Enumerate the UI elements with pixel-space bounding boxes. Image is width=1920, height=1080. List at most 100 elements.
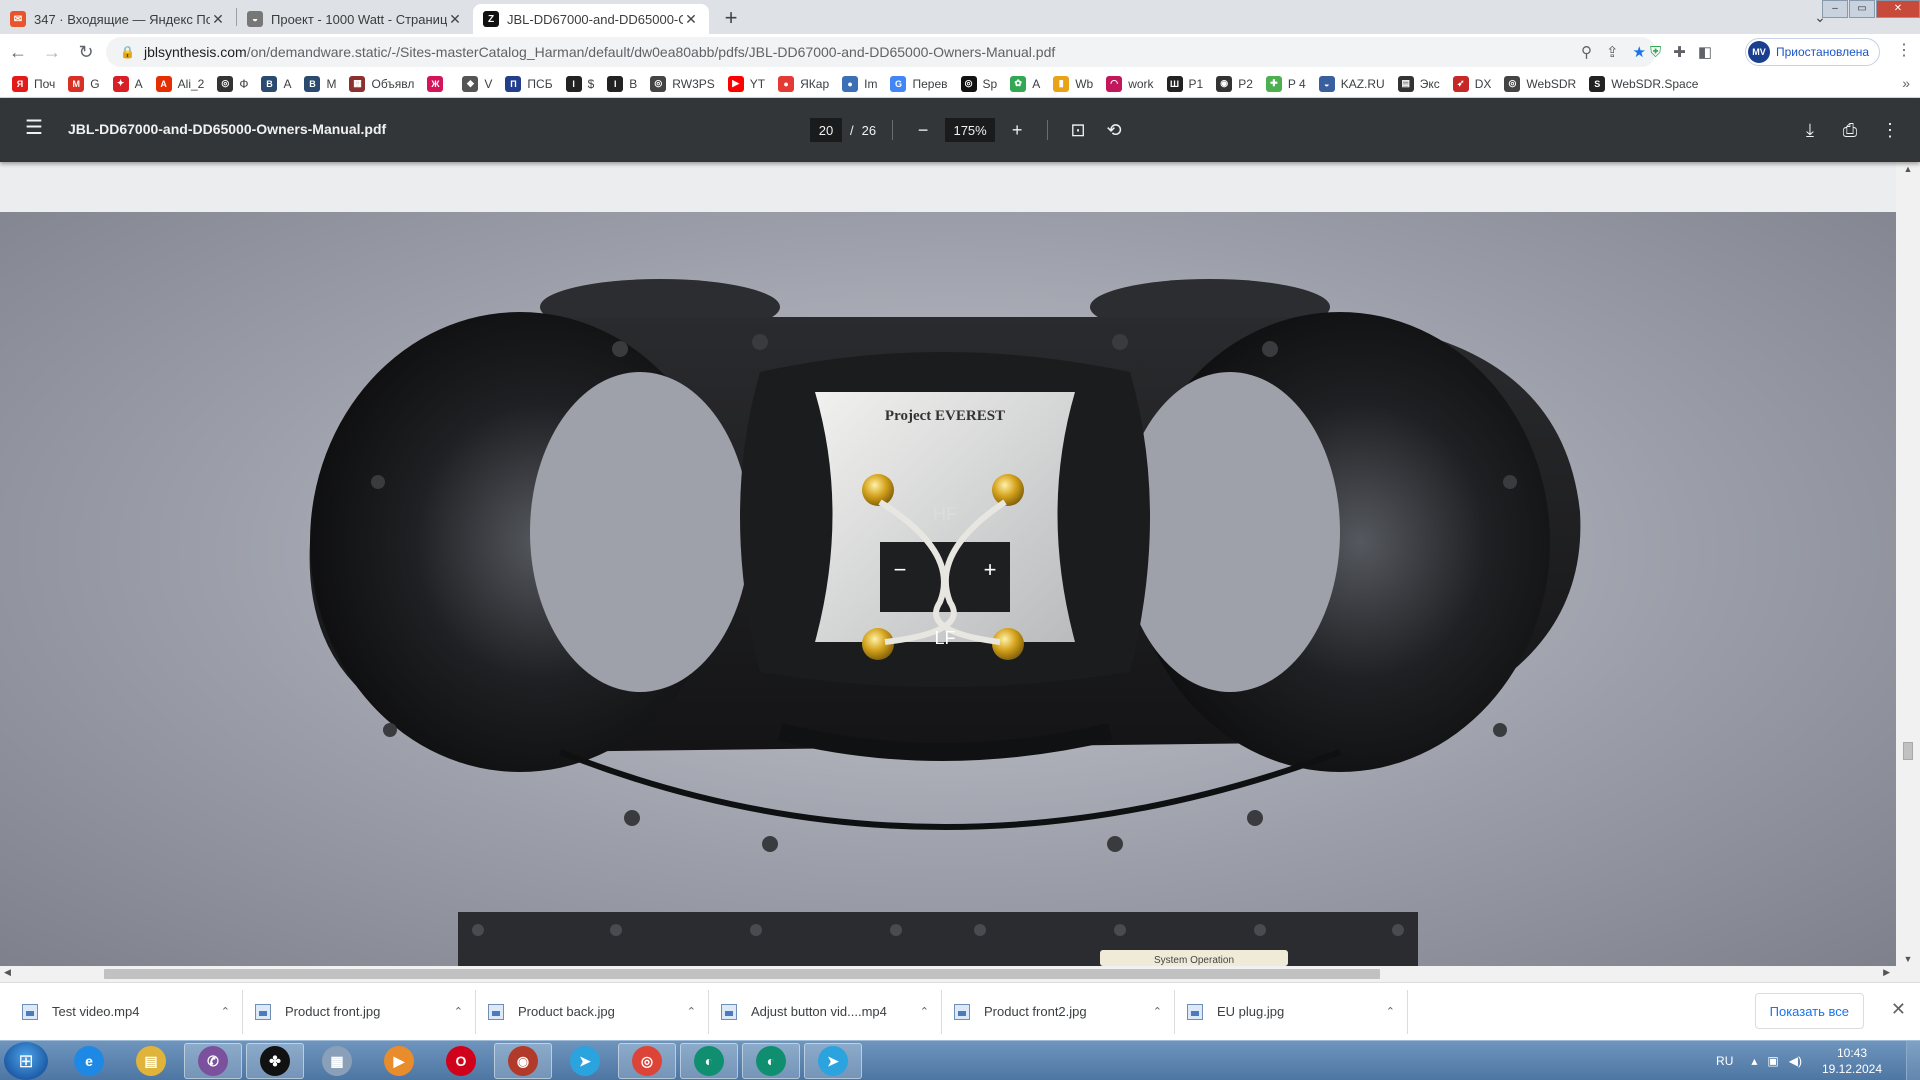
bookmark-item[interactable]: ◎ Sp <box>960 75 997 92</box>
download-item[interactable]: Product front.jpg ⌃ <box>243 989 476 1034</box>
bookmark-item[interactable]: ● Im <box>842 75 877 92</box>
bookmark-item[interactable]: I $ <box>565 75 594 92</box>
taskbar-app[interactable]: ✤ <box>246 1043 304 1079</box>
bookmark-item[interactable]: ◆ V <box>462 75 492 92</box>
chevron-up-icon[interactable]: ⌃ <box>920 1005 929 1018</box>
bookmark-item[interactable]: ● ЯКар <box>778 75 829 92</box>
bookmark-item[interactable]: ▶ YT <box>727 75 765 92</box>
taskbar-app[interactable]: ▦ <box>308 1043 366 1079</box>
profile-button[interactable]: MV Приостановлена <box>1745 38 1881 66</box>
chevron-up-icon[interactable]: ⌃ <box>687 1005 696 1018</box>
taskbar-app[interactable]: ➤ <box>804 1043 862 1079</box>
bookmark-item[interactable]: ◉ P2 <box>1216 75 1253 92</box>
chevron-up-icon[interactable]: ⌃ <box>221 1005 230 1018</box>
bookmark-item[interactable]: Ж <box>427 75 449 92</box>
bookmark-item[interactable]: ◠ work <box>1106 75 1154 92</box>
bookmark-item[interactable]: A Ali_2 <box>155 75 204 92</box>
bookmark-item[interactable]: ✦ A <box>112 75 143 92</box>
lock-icon[interactable]: 🔒 <box>120 45 135 59</box>
taskbar-app[interactable]: ◎ <box>618 1043 676 1079</box>
zoom-icon[interactable]: ⚲ <box>1581 43 1592 61</box>
volume-icon[interactable]: ◀) <box>1789 1054 1802 1068</box>
bookmark-item[interactable]: ✚ P 4 <box>1265 75 1306 92</box>
vertical-scrollbar[interactable]: ▲ ▼ <box>1896 162 1920 966</box>
tab-mail[interactable]: ✉ 347 · Входящие — Яндекс Почта ✕ <box>0 4 236 34</box>
bookmark-item[interactable]: S WebSDR.Space <box>1589 75 1698 92</box>
taskbar-app[interactable]: ▤ <box>122 1043 180 1079</box>
bookmark-item[interactable]: IB <box>607 75 637 92</box>
tab-pdf[interactable]: Z JBL-DD67000-and-DD65000-Owners-Manual.… <box>473 4 709 34</box>
bookmark-item[interactable]: ➶ DX <box>1452 75 1491 92</box>
zoom-in-button[interactable]: + <box>1003 116 1031 144</box>
taskbar-app[interactable]: ✆ <box>184 1043 242 1079</box>
zoom-level-input[interactable]: 175% <box>945 118 996 142</box>
scroll-up-icon[interactable]: ▲ <box>1896 164 1920 174</box>
tray-expand-icon[interactable]: ▴ <box>1751 1054 1757 1068</box>
close-tab-icon[interactable]: ✕ <box>447 11 463 28</box>
page-number-input[interactable]: 20 <box>810 118 842 142</box>
taskbar-app[interactable]: ➤ <box>556 1043 614 1079</box>
bookmark-item[interactable]: ▤ Экс <box>1397 75 1440 92</box>
taskbar-app[interactable]: ◐ <box>742 1043 800 1079</box>
chrome-menu-icon[interactable]: ⋮ <box>1896 40 1912 60</box>
rotate-icon[interactable]: ⟲ <box>1100 116 1128 144</box>
bookmark-item[interactable]: ✿ A <box>1010 75 1040 92</box>
tab-project[interactable]: ◒ Проект - 1000 Watt - Страница ✕ <box>237 4 473 34</box>
maximize-button[interactable]: ▭ <box>1849 0 1875 18</box>
show-desktop-button[interactable] <box>1906 1041 1920 1080</box>
bookmark-item[interactable]: ◎ Ф <box>217 75 248 92</box>
bookmark-item[interactable]: Я Поч <box>12 75 55 92</box>
bookmark-star-icon[interactable]: ★ <box>1633 43 1646 61</box>
chevron-up-icon[interactable]: ⌃ <box>454 1005 463 1018</box>
taskbar-app[interactable]: ◐ <box>680 1043 738 1079</box>
start-button[interactable]: ⊞ <box>4 1042 48 1080</box>
new-tab-button[interactable]: + <box>717 4 745 32</box>
print-icon[interactable]: ⎙ <box>1836 116 1864 144</box>
download-item[interactable]: Product front2.jpg ⌃ <box>942 989 1175 1034</box>
bookmark-item[interactable]: BM <box>304 75 336 92</box>
language-indicator[interactable]: RU <box>1716 1054 1733 1068</box>
back-button[interactable]: ← <box>2 36 34 68</box>
chevron-up-icon[interactable]: ⌃ <box>1386 1005 1395 1018</box>
download-item[interactable]: Test video.mp4 ⌃ <box>10 989 243 1034</box>
bookmark-item[interactable]: ◎ WebSDR <box>1504 75 1576 92</box>
taskbar-app[interactable]: ◉ <box>494 1043 552 1079</box>
download-item[interactable]: EU plug.jpg ⌃ <box>1175 989 1408 1034</box>
more-bookmarks-icon[interactable]: » <box>1902 75 1910 91</box>
close-window-button[interactable]: ✕ <box>1876 0 1920 18</box>
address-bar[interactable]: 🔒 jblsynthesis.com/on/demandware.static/… <box>106 37 1656 67</box>
close-tab-icon[interactable]: ✕ <box>683 11 699 28</box>
taskbar-app[interactable]: ▶ <box>370 1043 428 1079</box>
pdf-sidebar-menu-icon[interactable]: ☰ <box>22 117 46 141</box>
share-icon[interactable]: ⇪ <box>1606 43 1619 61</box>
bookmark-item[interactable]: ◎ RW3PS <box>650 75 715 92</box>
scroll-down-icon[interactable]: ▼ <box>1896 954 1920 964</box>
bookmark-item[interactable]: П ПСБ <box>505 75 553 92</box>
extensions-puzzle-icon[interactable]: ✚ <box>1673 43 1686 61</box>
taskbar-app[interactable]: O <box>432 1043 490 1079</box>
taskbar-app[interactable]: e <box>60 1043 118 1079</box>
bookmark-item[interactable]: Ш P1 <box>1166 75 1203 92</box>
show-all-downloads-button[interactable]: Показать все <box>1754 993 1864 1029</box>
close-icon[interactable]: ✕ <box>1891 999 1906 1020</box>
bookmark-item[interactable]: ▮ Wb <box>1053 75 1093 92</box>
bookmark-item[interactable]: BA <box>261 75 291 92</box>
zoom-out-button[interactable]: − <box>909 116 937 144</box>
reload-button[interactable]: ↻ <box>70 36 102 68</box>
clock[interactable]: 10:43 19.12.2024 <box>1812 1045 1892 1077</box>
forward-button[interactable]: → <box>36 36 68 68</box>
shield-icon[interactable]: ⛨ <box>1650 44 1661 61</box>
bookmark-item[interactable]: MG <box>68 75 100 92</box>
download-item[interactable]: Product back.jpg ⌃ <box>476 989 709 1034</box>
horizontal-scrollbar[interactable]: ◀ ▶ <box>0 966 1920 982</box>
network-icon[interactable]: ▣ <box>1767 1054 1778 1068</box>
minimize-button[interactable]: – <box>1822 0 1848 18</box>
bookmark-item[interactable]: G Перев <box>890 75 948 92</box>
fit-page-icon[interactable]: ⊡ <box>1064 116 1092 144</box>
bookmark-item[interactable]: ◒ KAZ.RU <box>1318 75 1385 92</box>
close-tab-icon[interactable]: ✕ <box>210 11 226 28</box>
pdf-viewer[interactable]: Project EVEREST HF LF − + System Operati… <box>0 162 1920 966</box>
scroll-left-icon[interactable]: ◀ <box>4 967 11 978</box>
bookmark-item[interactable]: ▦ Объявл <box>349 75 414 92</box>
scrollbar-thumb[interactable] <box>1903 742 1913 760</box>
